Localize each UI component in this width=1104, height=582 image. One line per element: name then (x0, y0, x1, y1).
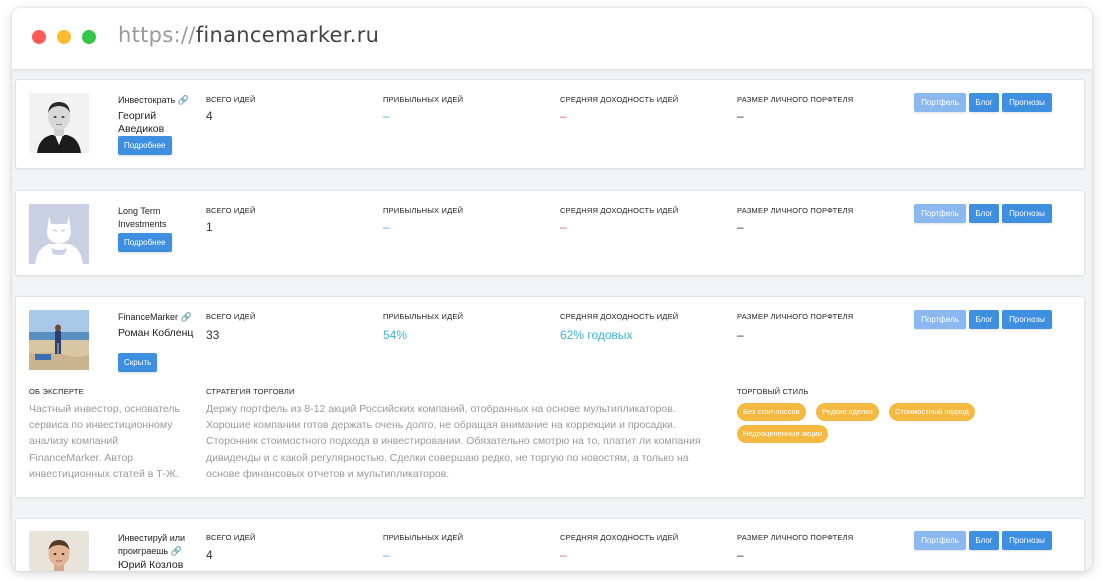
expert-name: Роман Кобленц (118, 327, 194, 339)
avg-return-value: – (560, 548, 567, 562)
portfolio-size-value: – (737, 220, 744, 234)
link-icon: 🔗 (170, 546, 182, 556)
profitable-ideas-label: ПРИБЫЛЬНЫХ ИДЕЙ (383, 95, 464, 104)
forecasts-button[interactable]: Прогнозы (1002, 531, 1052, 550)
link-icon: 🔗 (177, 95, 189, 105)
browser-titlebar: https://financemarker.ru (12, 8, 1092, 70)
link-icon: 🔗 (180, 312, 192, 322)
expert-handle[interactable]: Long Term Investments (118, 205, 198, 231)
profitable-ideas-value: – (383, 220, 390, 234)
expert-handle-text: FinanceMarker (118, 312, 179, 322)
portfolio-button[interactable]: Портфель (914, 310, 966, 329)
total-ideas-value: 33 (206, 328, 220, 342)
expert-avatar (29, 310, 89, 370)
expert-handle[interactable]: FinanceMarker 🔗 (118, 311, 198, 324)
expert-handle[interactable]: Инвестократь 🔗 (118, 94, 198, 107)
expert-avatar (29, 93, 89, 153)
maximize-window-button[interactable] (82, 30, 96, 44)
about-expert-label: ОБ ЭКСПЕРТЕ (29, 387, 84, 396)
avg-return-value: 62% годовых (560, 328, 633, 342)
portfolio-size-label: РАЗМЕР ЛИЧНОГО ПОРФТЕЛЯ (737, 95, 854, 104)
profitable-ideas-value: 54% (383, 328, 408, 342)
expert-handle[interactable]: Инвестируй или проиграешь 🔗 (118, 532, 198, 558)
forecasts-button[interactable]: Прогнозы (1002, 93, 1052, 112)
expert-card: Инвестократь 🔗 Георгий Аведиков Подробне… (15, 79, 1085, 169)
url-host: financemarker.ru (195, 23, 380, 47)
avg-return-label: СРЕДНЯЯ ДОХОДНОСТЬ ИДЕЙ (560, 95, 679, 104)
expert-avatar-placeholder (29, 204, 89, 264)
expert-handle-text: Инвестократь (118, 95, 176, 105)
portfolio-size-value: – (737, 328, 744, 342)
portfolio-button[interactable]: Портфель (914, 204, 966, 223)
avg-return-label: СРЕДНЯЯ ДОХОДНОСТЬ ИДЕЙ (560, 206, 679, 215)
avg-return-label: СРЕДНЯЯ ДОХОДНОСТЬ ИДЕЙ (560, 312, 679, 321)
portfolio-size-value: – (737, 548, 744, 562)
minimize-window-button[interactable] (57, 30, 71, 44)
profitable-ideas-value: – (383, 109, 390, 123)
expert-card: Long Term Investments Подробнее ВСЕГО ИД… (15, 190, 1085, 276)
avg-return-label: СРЕДНЯЯ ДОХОДНОСТЬ ИДЕЙ (560, 533, 679, 542)
total-ideas-label: ВСЕГО ИДЕЙ (206, 533, 256, 542)
expert-card: Инвестируй или проиграешь 🔗 Юрий Козлов … (15, 518, 1085, 571)
style-tag: Стоимостный подход (889, 403, 975, 421)
experts-list: Инвестократь 🔗 Георгий Аведиков Подробне… (12, 71, 1092, 571)
portfolio-size-label: РАЗМЕР ЛИЧНОГО ПОРФТЕЛЯ (737, 312, 854, 321)
blog-button[interactable]: Блог (969, 531, 999, 550)
avg-return-value: – (560, 109, 567, 123)
trading-style-label: ТОРГОВЫЙ СТИЛЬ (737, 387, 809, 396)
style-tag: Редкие сделки (816, 403, 879, 421)
avg-return-value: – (560, 220, 567, 234)
forecasts-button[interactable]: Прогнозы (1002, 204, 1052, 223)
url-scheme: https:// (118, 23, 196, 47)
browser-window: https://financemarker.ru Инвестократь 🔗 (12, 8, 1092, 571)
total-ideas-label: ВСЕГО ИДЕЙ (206, 206, 256, 215)
total-ideas-label: ВСЕГО ИДЕЙ (206, 312, 256, 321)
profitable-ideas-label: ПРИБЫЛЬНЫХ ИДЕЙ (383, 312, 464, 321)
portfolio-button[interactable]: Портфель (914, 93, 966, 112)
portfolio-size-label: РАЗМЕР ЛИЧНОГО ПОРФТЕЛЯ (737, 206, 854, 215)
total-ideas-value: 4 (206, 548, 213, 562)
strategy-label: СТРАТЕГИЯ ТОРГОВЛИ (206, 387, 295, 396)
strategy-text: Держу портфель из 8-12 акций Российских … (206, 403, 701, 480)
blog-button[interactable]: Блог (969, 93, 999, 112)
total-ideas-value: 4 (206, 109, 213, 123)
blog-button[interactable]: Блог (969, 310, 999, 329)
portfolio-button[interactable]: Портфель (914, 531, 966, 550)
about-expert-text: Частный инвестор, основатель сервиса по … (29, 403, 181, 480)
total-ideas-value: 1 (206, 220, 213, 234)
expert-avatar (29, 531, 89, 571)
expert-name: Георгий Аведиков (118, 110, 165, 135)
profitable-ideas-label: ПРИБЫЛЬНЫХ ИДЕЙ (383, 206, 464, 215)
expert-name: Юрий Козлов (118, 559, 184, 571)
forecasts-button[interactable]: Прогнозы (1002, 310, 1052, 329)
hide-button[interactable]: Скрыть (118, 353, 158, 372)
portfolio-size-value: – (737, 109, 744, 123)
address-bar[interactable]: https://financemarker.ru (118, 23, 379, 47)
style-tag: Недооцененные акции (737, 425, 828, 443)
style-tag: Без стоп-лоссов (737, 403, 806, 421)
more-button[interactable]: Подробнее (118, 136, 172, 155)
expert-card-expanded: FinanceMarker 🔗 Роман Кобленц Скрыть ВСЕ… (15, 296, 1085, 498)
more-button[interactable]: Подробнее (118, 233, 172, 252)
close-window-button[interactable] (32, 30, 46, 44)
profitable-ideas-label: ПРИБЫЛЬНЫХ ИДЕЙ (383, 533, 464, 542)
profitable-ideas-value: – (383, 548, 390, 562)
total-ideas-label: ВСЕГО ИДЕЙ (206, 95, 256, 104)
portfolio-size-label: РАЗМЕР ЛИЧНОГО ПОРФТЕЛЯ (737, 533, 854, 542)
blog-button[interactable]: Блог (969, 204, 999, 223)
